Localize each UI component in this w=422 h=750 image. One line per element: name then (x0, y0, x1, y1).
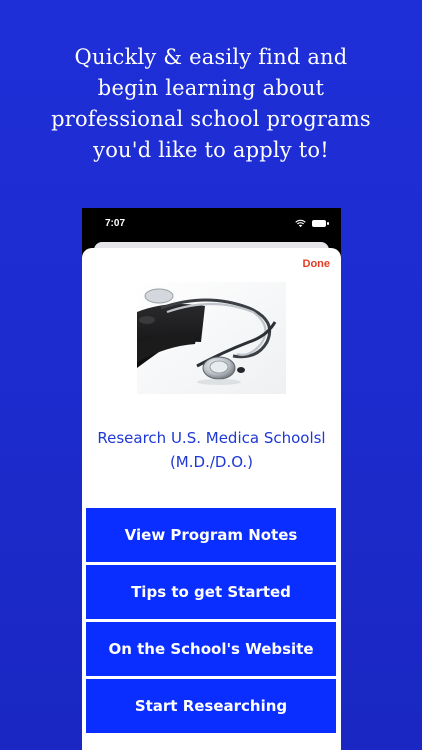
promo-line-2: begin learning about (97, 76, 325, 100)
wifi-icon (295, 219, 306, 228)
promo-headline: Quickly & easily find and begin learning… (20, 42, 402, 166)
status-time: 7:07 (105, 218, 126, 229)
battery-icon (312, 220, 329, 227)
modal-sheet: Done Research U.S. Medica Schoolsl (M.D.… (82, 248, 341, 750)
promo-line-1: Quickly & easily find and (74, 45, 348, 69)
school-website-button[interactable]: On the School's Website (86, 622, 336, 676)
phone-screen: 7:07 Done Research U.S. Medica Schoolsl … (82, 208, 341, 750)
page-title: Research U.S. Medica Schoolsl (M.D./D.O.… (82, 426, 341, 474)
tips-to-get-started-button[interactable]: Tips to get Started (86, 565, 336, 619)
status-bar: 7:07 (82, 208, 341, 242)
title-line-1: Research U.S. Medica Schoolsl (97, 429, 326, 447)
promo-line-4: you'd like to apply to! (93, 138, 329, 162)
promo-line-3: professional school programs (51, 107, 371, 131)
start-researching-button[interactable]: Start Researching (86, 679, 336, 733)
title-line-2: (M.D./D.O.) (169, 453, 254, 471)
stethoscope-image (137, 282, 286, 394)
view-program-notes-button[interactable]: View Program Notes (86, 508, 336, 562)
done-button[interactable]: Done (303, 258, 331, 270)
